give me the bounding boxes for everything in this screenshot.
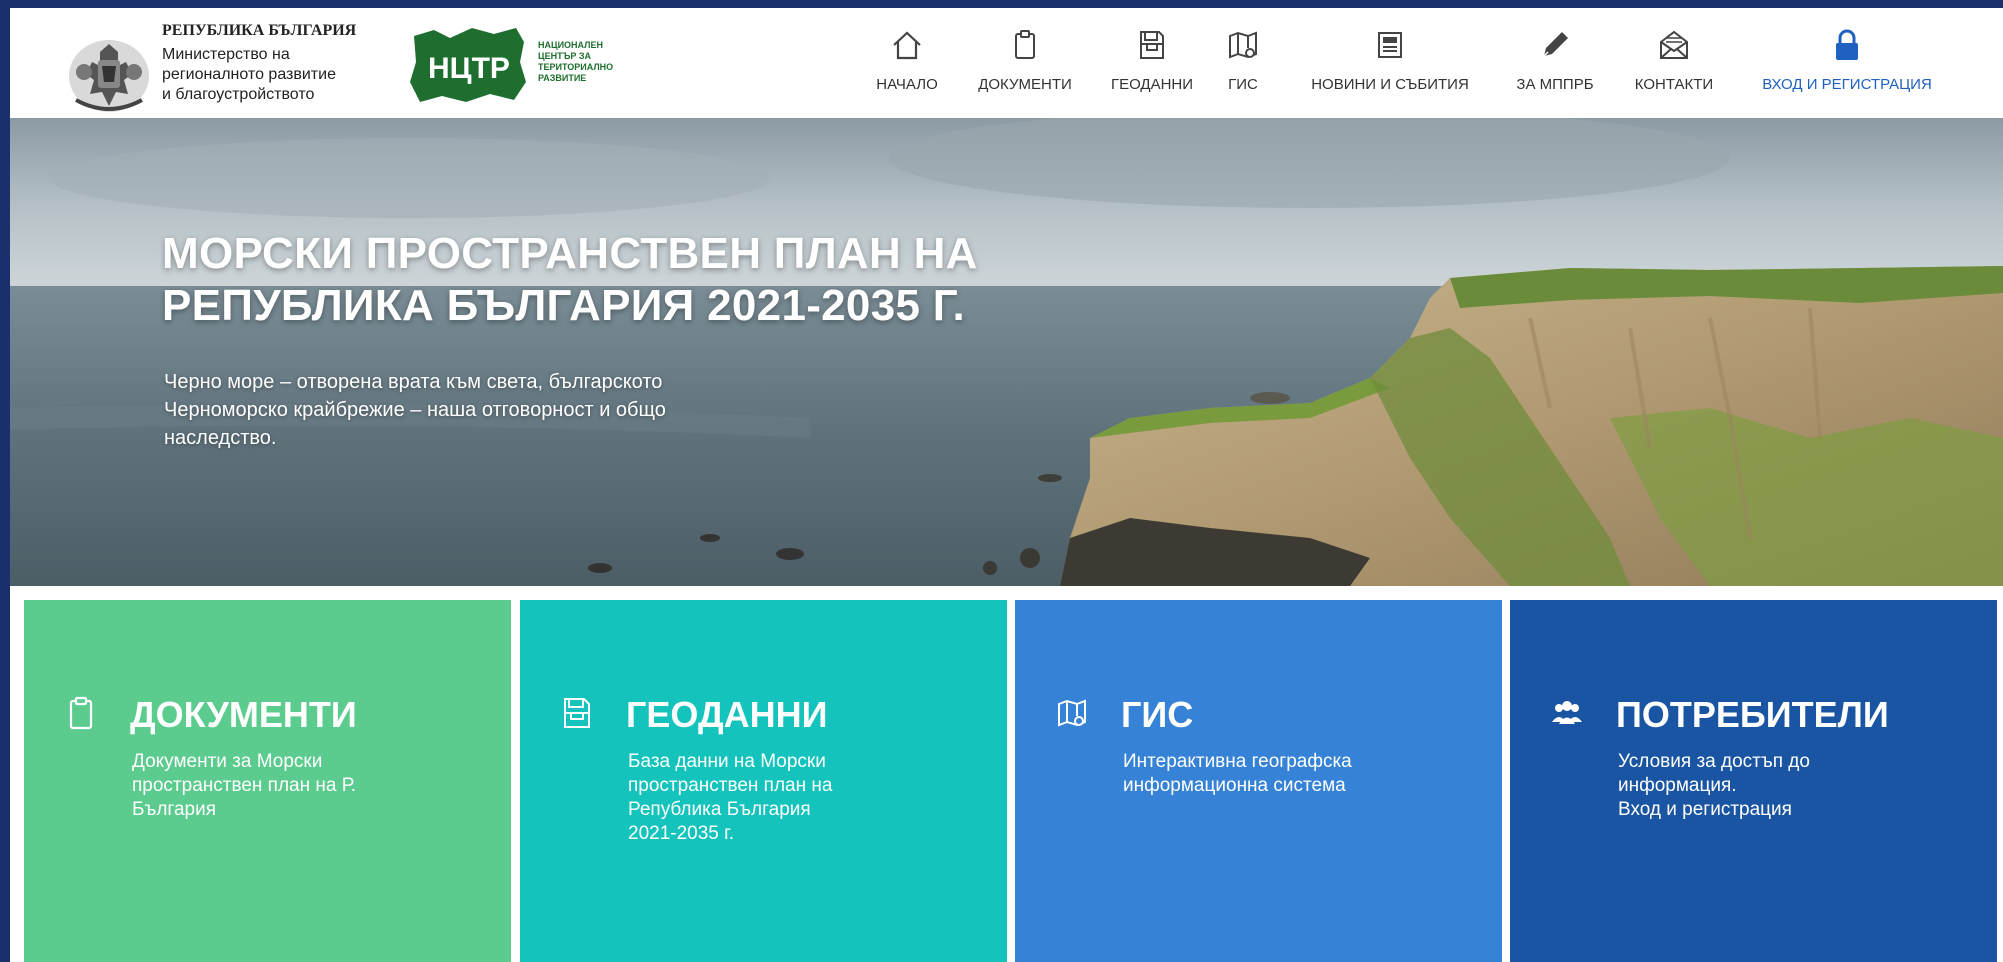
nctr-logo[interactable]: НЦТР НАЦИОНАЛЕН ЦЕНТЪР ЗА ТЕРИТОРИАЛНО Р… (406, 22, 646, 108)
tile-desc-line: Условия за достъп до (1618, 751, 1810, 772)
tile-desc-line: Документи за Морски (132, 751, 323, 772)
tile-documents[interactable]: ДОКУМЕНТИ Документи за Морски пространст… (24, 600, 511, 962)
tile-title: ГИС (1121, 694, 1194, 735)
tile-title: ГЕОДАННИ (626, 694, 828, 735)
hero-subtitle-line: Черно море – отворена врата към света, б… (164, 371, 663, 393)
hero-title: МОРСКИ ПРОСТРАНСТВЕН ПЛАН НА РЕПУБЛИКА Б… (162, 228, 978, 332)
feature-tiles: ДОКУМЕНТИ Документи за Морски пространст… (10, 600, 2003, 962)
nav-label: ГИС (1228, 76, 1258, 93)
tile-desc-line: информация. (1618, 775, 1737, 796)
inbox-icon (1140, 31, 1164, 59)
tile-desc-line: информационна система (1123, 775, 1346, 796)
nav-gis[interactable]: ГИС (1216, 28, 1270, 114)
tile-description: База данни на Морски пространствен план … (628, 750, 958, 846)
hero-banner: МОРСКИ ПРОСТРАНСТВЕН ПЛАН НА РЕПУБЛИКА Б… (10, 118, 2003, 586)
pen-icon (1543, 32, 1568, 57)
hero-subtitle-line: Черноморско крайбрежие – наша отговорнос… (164, 399, 666, 421)
hero-title-line: РЕПУБЛИКА БЪЛГАРИЯ 2021-2035 Г. (162, 281, 966, 330)
tile-desc-line: България (132, 799, 216, 820)
ministry-country: РЕПУБЛИКА БЪЛГАРИЯ (162, 22, 357, 39)
users-icon (1552, 701, 1582, 724)
nctr-name-line: РАЗВИТИЕ (538, 73, 587, 83)
tile-desc-line: Република България (628, 799, 811, 820)
tile-description: Интерактивна географска информационна си… (1123, 750, 1453, 798)
map-icon (1229, 31, 1257, 59)
ministry-logo[interactable]: РЕПУБЛИКА БЪЛГАРИЯ Министерство на регио… (56, 16, 386, 116)
tile-description: Условия за достъп до информация. Вход и … (1618, 750, 1948, 822)
clipboard-icon (1015, 30, 1035, 59)
home-icon (893, 31, 921, 60)
page: РЕПУБЛИКА БЪЛГАРИЯ Министерство на регио… (10, 8, 2003, 962)
tile-desc-line: пространствен план на Р. (132, 775, 357, 796)
nav-about[interactable]: ЗА МППРБ (1505, 28, 1605, 114)
nav-label: ВХОД И РЕГИСТРАЦИЯ (1762, 76, 1932, 93)
coat-of-arms-icon (69, 40, 149, 112)
nctr-logo-icon: НЦТР (410, 28, 526, 102)
nav-geodata[interactable]: ГЕОДАННИ (1097, 28, 1207, 114)
nav-label: НОВИНИ И СЪБИТИЯ (1311, 76, 1469, 93)
hero-subtitle-line: наследство. (164, 427, 277, 449)
tile-desc-line: База данни на Морски (628, 751, 826, 772)
ministry-name-line: Министерство на (162, 46, 290, 63)
hero-subtitle: Черно море – отворена врата към света, б… (164, 368, 884, 452)
nav-label: ГЕОДАННИ (1110, 76, 1194, 93)
browser-frame: РЕПУБЛИКА БЪЛГАРИЯ Министерство на регио… (0, 0, 2003, 962)
ministry-name-line: и благоустройството (162, 86, 315, 103)
nav-home[interactable]: НАЧАЛО (862, 28, 952, 114)
tile-description: Документи за Морски пространствен план н… (132, 750, 462, 822)
hero-coast-image (10, 118, 2003, 586)
lock-icon (1836, 29, 1858, 60)
tile-desc-line: Интерактивна географска (1123, 751, 1352, 772)
nctr-name: НАЦИОНАЛЕН ЦЕНТЪР ЗА ТЕРИТОРИАЛНО РАЗВИТ… (538, 40, 613, 84)
nctr-name-line: ЦЕНТЪР ЗА (538, 51, 592, 61)
tile-desc-line: Вход и регистрация (1618, 799, 1792, 820)
tile-gis[interactable]: ГИС Интерактивна географска информационн… (1015, 600, 1502, 962)
tile-title: ДОКУМЕНТИ (130, 694, 357, 735)
nav-label: НАЧАЛО (876, 76, 938, 93)
hero-title-line: МОРСКИ ПРОСТРАНСТВЕН ПЛАН НА (162, 229, 978, 278)
nav-label: ДОКУМЕНТИ (978, 76, 1072, 93)
tile-users[interactable]: ПОТРЕБИТЕЛИ Условия за достъп до информа… (1510, 600, 1997, 962)
ministry-name-line: регионалното развитие (162, 66, 336, 83)
nav-login[interactable]: ВХОД И РЕГИСТРАЦИЯ (1732, 28, 1962, 114)
tile-geodata[interactable]: ГЕОДАННИ База данни на Морски пространст… (520, 600, 1007, 962)
envelope-icon (1660, 30, 1688, 59)
inbox-icon (564, 698, 590, 728)
nav-documents[interactable]: ДОКУМЕНТИ (965, 28, 1085, 114)
map-icon (1058, 699, 1086, 727)
nctr-logo-text: НЦТР (428, 52, 510, 85)
nav-contacts[interactable]: КОНТАКТИ (1622, 28, 1726, 114)
tile-title: ПОТРЕБИТЕЛИ (1616, 694, 1889, 735)
nctr-name-line: НАЦИОНАЛЕН (538, 40, 603, 50)
newspaper-icon (1378, 32, 1402, 58)
tile-desc-line: пространствен план на (628, 775, 833, 796)
site-header: РЕПУБЛИКА БЪЛГАРИЯ Министерство на регио… (10, 8, 2003, 118)
clipboard-icon (69, 696, 93, 730)
nav-label: КОНТАКТИ (1634, 76, 1714, 93)
nav-label: ЗА МППРБ (1516, 76, 1594, 93)
nav-news[interactable]: НОВИНИ И СЪБИТИЯ (1290, 28, 1490, 114)
nctr-name-line: ТЕРИТОРИАЛНО (538, 62, 614, 72)
tile-desc-line: 2021-2035 г. (628, 823, 735, 844)
